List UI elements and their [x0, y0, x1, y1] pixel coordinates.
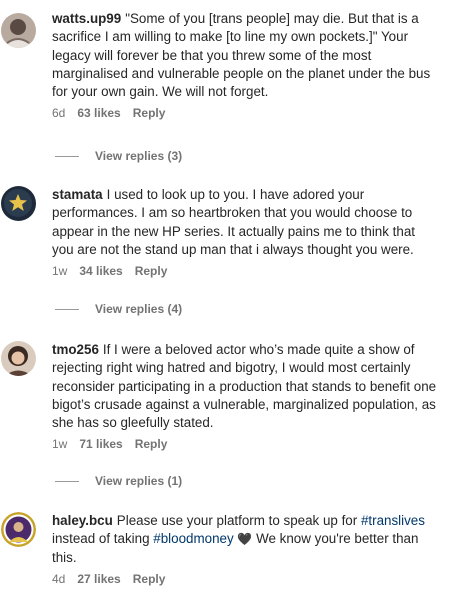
- black-heart-icon: 🖤: [237, 532, 253, 547]
- comment-likes[interactable]: 71 likes: [79, 436, 122, 452]
- view-replies-button[interactable]: View replies (4): [55, 301, 182, 317]
- comment-body: stamata I used to look up to you. I have …: [52, 186, 438, 279]
- view-replies-button[interactable]: View replies (1): [55, 473, 182, 489]
- comment-likes[interactable]: 63 likes: [77, 105, 120, 121]
- reply-button[interactable]: Reply: [133, 571, 166, 587]
- comment-text: stamata I used to look up to you. I have …: [52, 186, 438, 259]
- comment-time[interactable]: 6d: [52, 105, 65, 121]
- reply-button[interactable]: Reply: [135, 436, 168, 452]
- comment-body: tmo256 If I were a beloved actor who’s ma…: [52, 341, 438, 452]
- comment-username[interactable]: tmo256: [52, 342, 99, 357]
- comment-content: If I were a beloved actor who’s made qui…: [52, 342, 437, 431]
- view-replies-label: View replies (4): [95, 302, 183, 316]
- view-replies-button[interactable]: View replies (3): [55, 148, 182, 164]
- comment-username[interactable]: haley.bcu: [52, 513, 113, 528]
- comment-meta: 6d 63 likes Reply: [52, 105, 438, 121]
- reply-button[interactable]: Reply: [135, 263, 168, 279]
- comment-meta: 4d 27 likes Reply: [52, 571, 438, 587]
- avatar[interactable]: [1, 512, 36, 547]
- comment-text: haley.bcu Please use your platform to spe…: [52, 512, 438, 567]
- avatar[interactable]: [1, 186, 36, 221]
- comment-content-start: Please use your platform to speak up for: [116, 513, 358, 528]
- comment-text: watts.up99 "Some of you [trans people] ma…: [52, 10, 438, 101]
- avatar[interactable]: [1, 341, 36, 376]
- view-replies-label: View replies (3): [95, 149, 183, 163]
- hashtag-link[interactable]: #bloodmoney: [153, 531, 233, 546]
- view-replies-label: View replies (1): [95, 474, 183, 488]
- comment-likes[interactable]: 27 likes: [77, 571, 120, 587]
- comment-body: haley.bcu Please use your platform to spe…: [52, 512, 438, 587]
- divider: [55, 308, 79, 310]
- comment-username[interactable]: stamata: [52, 187, 103, 202]
- comment-likes[interactable]: 34 likes: [79, 263, 122, 279]
- avatar[interactable]: [1, 13, 36, 48]
- comment-time[interactable]: 1w: [52, 436, 67, 452]
- divider: [55, 480, 79, 482]
- comment-time[interactable]: 1w: [52, 263, 67, 279]
- divider: [55, 155, 79, 157]
- avatar-image: [1, 512, 36, 547]
- avatar-image: [1, 341, 36, 376]
- avatar-image: [1, 186, 36, 221]
- comment-list: watts.up99 "Some of you [trans people] ma…: [0, 0, 458, 600]
- comment-content: I used to look up to you. I have adored …: [52, 187, 415, 257]
- avatar-image: [1, 13, 36, 48]
- comment-body: watts.up99 "Some of you [trans people] ma…: [52, 10, 438, 121]
- comment-content-mid: instead of taking: [52, 531, 150, 547]
- comment-meta: 1w 34 likes Reply: [52, 263, 438, 279]
- comment-meta: 1w 71 likes Reply: [52, 436, 438, 452]
- comment-username[interactable]: watts.up99: [52, 11, 121, 26]
- comment-time[interactable]: 4d: [52, 571, 65, 587]
- hashtag-link[interactable]: #translives: [361, 513, 425, 528]
- reply-button[interactable]: Reply: [133, 105, 166, 121]
- comment-text: tmo256 If I were a beloved actor who’s ma…: [52, 341, 438, 432]
